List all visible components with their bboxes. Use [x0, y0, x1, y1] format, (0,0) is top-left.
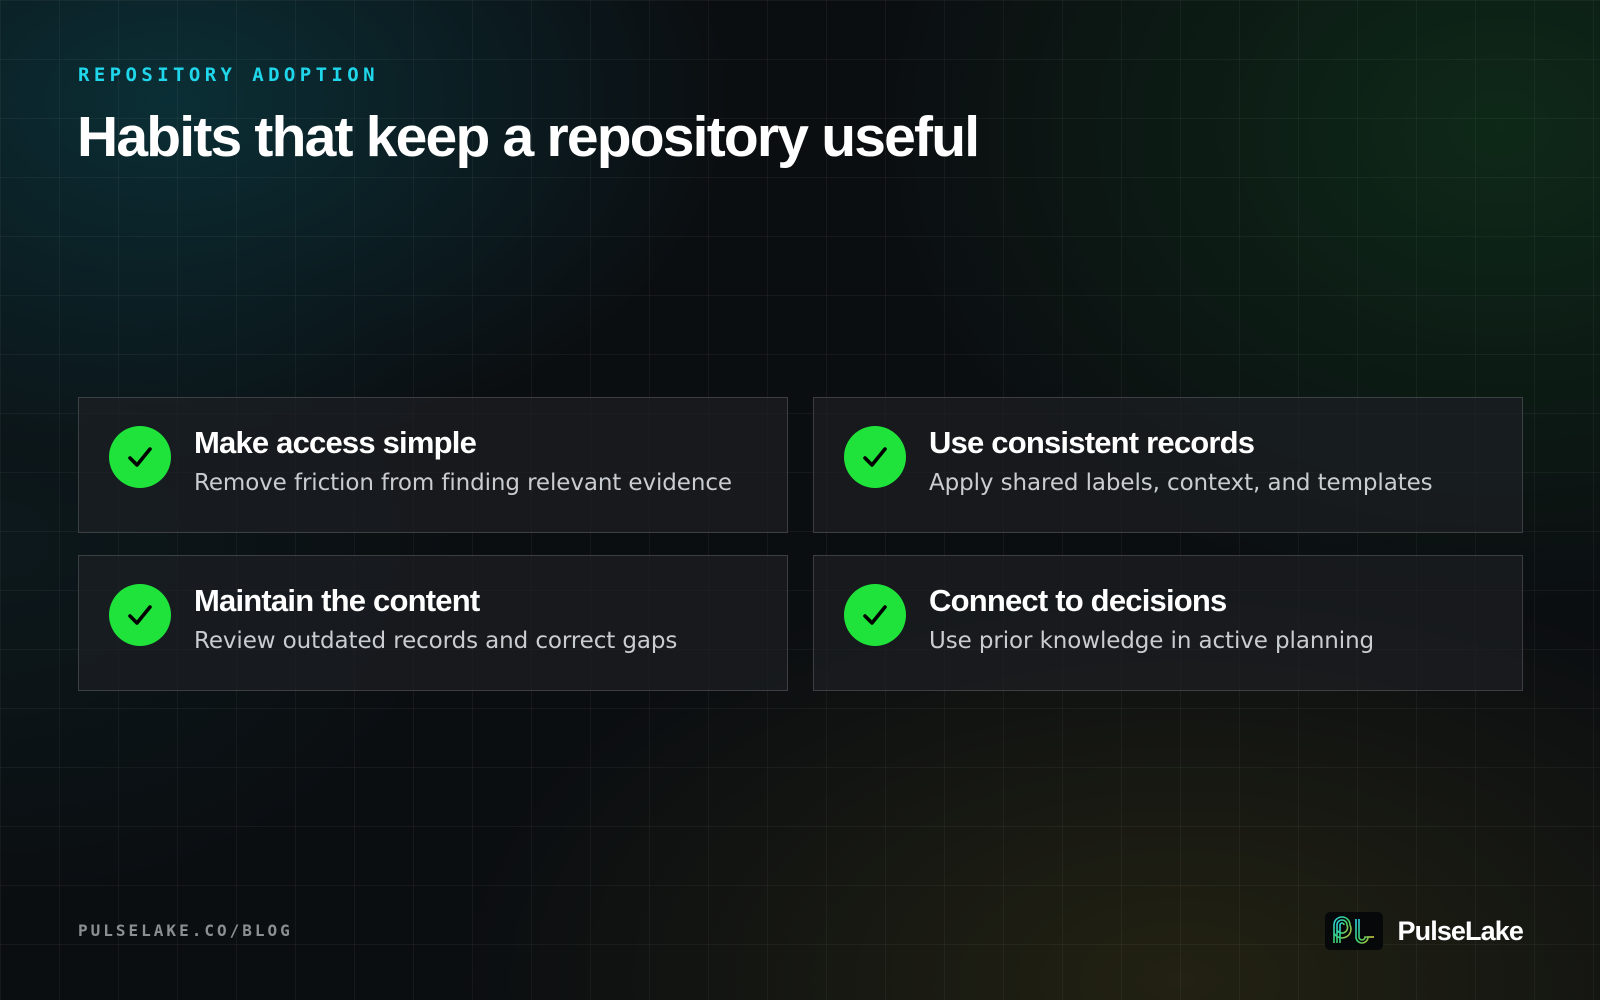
- brand-lockup: PulseLake: [1324, 912, 1524, 950]
- habit-card-maintain: Maintain the content Review outdated rec…: [78, 555, 788, 691]
- pulselake-logo-icon: [1324, 912, 1383, 950]
- card-title: Make access simple: [194, 425, 477, 460]
- card-description: Apply shared labels, context, and templa…: [929, 470, 1433, 496]
- habit-card-records: Use consistent records Apply shared labe…: [813, 397, 1523, 533]
- habit-cards-grid: Make access simple Remove friction from …: [78, 397, 1523, 691]
- card-title: Use consistent records: [929, 425, 1255, 460]
- card-text: Connect to decisions Use prior knowledge…: [929, 582, 1374, 656]
- brand-name: PulseLake: [1397, 915, 1524, 946]
- card-text: Make access simple Remove friction from …: [194, 424, 732, 498]
- check-icon: [109, 584, 171, 646]
- habit-card-decisions: Connect to decisions Use prior knowledge…: [813, 555, 1523, 691]
- check-icon: [844, 584, 906, 646]
- eyebrow-label: REPOSITORY ADOPTION: [78, 64, 379, 86]
- card-description: Review outdated records and correct gaps: [194, 628, 678, 654]
- footer-url-link[interactable]: PULSELAKE.CO/BLOG: [78, 921, 293, 940]
- habit-card-access: Make access simple Remove friction from …: [78, 397, 788, 533]
- card-text: Maintain the content Review outdated rec…: [194, 582, 677, 656]
- check-icon: [109, 426, 171, 488]
- card-title: Connect to decisions: [929, 583, 1227, 618]
- check-icon: [844, 426, 906, 488]
- card-text: Use consistent records Apply shared labe…: [929, 424, 1433, 498]
- card-description: Remove friction from finding relevant ev…: [194, 470, 732, 496]
- page-title: Habits that keep a repository useful: [77, 105, 980, 169]
- card-description: Use prior knowledge in active planning: [929, 628, 1375, 654]
- card-title: Maintain the content: [194, 583, 480, 618]
